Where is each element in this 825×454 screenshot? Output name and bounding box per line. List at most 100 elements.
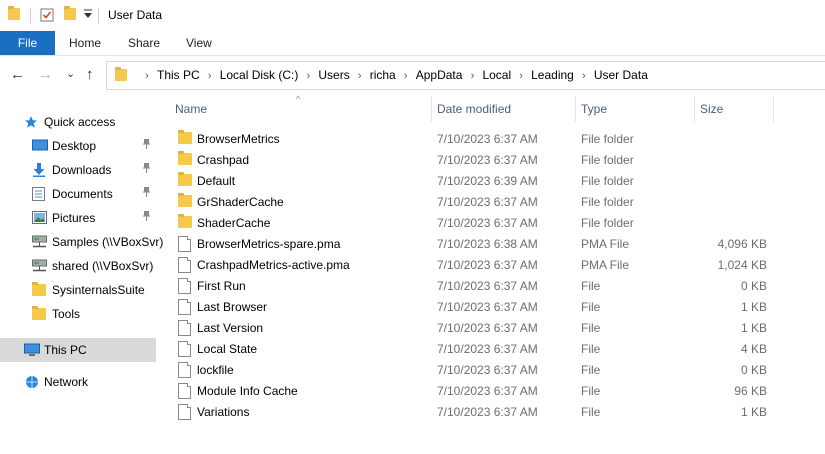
breadcrumb-item[interactable]: Local Disk (C:) [220, 68, 299, 82]
file-row[interactable]: lockfile 7/10/2023 6:37 AM File 0 KB [165, 359, 775, 380]
computer-icon [24, 343, 40, 357]
breadcrumb-item[interactable]: Leading [531, 68, 574, 82]
file-name: lockfile [197, 363, 234, 377]
folder-icon [8, 6, 20, 23]
breadcrumb-separator-icon[interactable]: › [396, 63, 416, 90]
file-type: PMA File [581, 237, 630, 251]
sidebar-item-label: Desktop [52, 139, 97, 153]
breadcrumb-item[interactable]: richa [370, 68, 396, 82]
tab-share[interactable]: Share [128, 31, 160, 55]
recent-locations-chevron-icon[interactable]: ⌄ [66, 67, 75, 80]
pin-icon [142, 163, 151, 176]
file-row[interactable]: BrowserMetrics-spare.pma 7/10/2023 6:38 A… [165, 233, 775, 254]
sidebar-item-shared[interactable]: shared (\\VBoxSvr) [0, 254, 156, 278]
file-name: BrowserMetrics [197, 132, 280, 146]
file-size: 0 KB [740, 363, 767, 377]
file-name: Last Version [197, 321, 264, 335]
sidebar-item-label: Pictures [52, 211, 96, 225]
file-type: File folder [581, 195, 634, 209]
date-modified: 7/10/2023 6:37 AM [437, 132, 538, 146]
sidebar-item-label: Downloads [52, 163, 112, 177]
breadcrumb-separator-icon[interactable]: › [462, 63, 482, 90]
file-tab[interactable]: File [0, 31, 55, 55]
sidebar-item-quick[interactable]: Quick access [0, 110, 156, 134]
breadcrumb-separator-icon[interactable]: › [574, 63, 594, 90]
address-bar[interactable]: › This PC › Local Disk (C:) › Users › richa › App… [106, 61, 825, 90]
file-row[interactable]: CrashpadMetrics-active.pma 7/10/2023 6:37… [165, 254, 775, 275]
file-type: File [581, 279, 601, 293]
sidebar-item-label: Samples (\\VBoxSvr) [52, 235, 164, 249]
file-row[interactable]: Last Version 7/10/2023 6:37 AM File 1 KB [165, 317, 775, 338]
sidebar-item-label: Documents [52, 187, 113, 201]
sidebar-item-sysinternalssuite[interactable]: SysinternalsSuite [0, 278, 156, 302]
date-modified: 7/10/2023 6:37 AM [437, 405, 538, 419]
new-folder-icon[interactable] [64, 6, 76, 23]
sidebar-item-documents[interactable]: Documents [0, 182, 156, 206]
column-divider[interactable] [773, 96, 774, 122]
network-icon [24, 375, 38, 389]
column-divider[interactable] [694, 96, 695, 122]
column-header-type[interactable]: Type [581, 102, 607, 116]
column-header-date-modified[interactable]: Date modified [437, 102, 511, 116]
column-header-size[interactable]: Size [700, 102, 723, 116]
file-size: 0 KB [740, 279, 767, 293]
picture-icon [32, 211, 47, 225]
window-title: User Data [108, 8, 163, 22]
tab-home[interactable]: Home [69, 31, 101, 55]
file-size: 1,024 KB [717, 258, 767, 272]
folder-row[interactable]: GrShaderCache 7/10/2023 6:37 AM File folde… [165, 191, 775, 212]
sidebar-item-this[interactable]: This PC [0, 338, 156, 362]
breadcrumb-separator-icon[interactable]: › [298, 63, 318, 90]
column-divider[interactable] [431, 96, 432, 122]
folder-row[interactable]: Default 7/10/2023 6:39 AM File folder [165, 170, 775, 191]
navigation-bar: ← → ⌄ ↑ › This PC › Local Disk (C:) › Users › r… [0, 56, 825, 94]
breadcrumb-item[interactable]: Local [482, 68, 511, 82]
forward-arrow-icon[interactable]: → [38, 66, 53, 83]
pin-icon [142, 187, 151, 200]
file-name: ShaderCache [197, 216, 271, 230]
breadcrumb-item[interactable]: AppData [416, 68, 463, 82]
desktop-icon [32, 139, 48, 153]
file-type: File [581, 300, 601, 314]
file-row[interactable]: Last Browser 7/10/2023 6:37 AM File 1 KB [165, 296, 775, 317]
breadcrumb-separator-icon[interactable]: › [200, 63, 220, 90]
file-name: CrashpadMetrics-active.pma [197, 258, 350, 272]
folder-row[interactable]: BrowserMetrics 7/10/2023 6:37 AM File fold… [165, 128, 775, 149]
folder-icon [178, 214, 192, 231]
file-row[interactable]: Local State 7/10/2023 6:37 AM File 4 KB [165, 338, 775, 359]
back-arrow-icon[interactable]: ← [10, 66, 25, 83]
date-modified: 7/10/2023 6:37 AM [437, 321, 538, 335]
sidebar-item-desktop[interactable]: Desktop [0, 134, 156, 158]
tab-view[interactable]: View [186, 31, 212, 55]
pin-icon [142, 139, 151, 152]
breadcrumb-item[interactable]: This PC [157, 68, 200, 82]
sidebar-item-tools[interactable]: Tools [0, 302, 156, 326]
file-row[interactable]: First Run 7/10/2023 6:37 AM File 0 KB [165, 275, 775, 296]
folder-row[interactable]: ShaderCache 7/10/2023 6:37 AM File folder [165, 212, 775, 233]
properties-icon[interactable] [40, 8, 54, 25]
sidebar-item-pictures[interactable]: Pictures [0, 206, 156, 230]
file-size: 4,096 KB [717, 237, 767, 251]
file-type: File [581, 363, 601, 377]
file-icon [178, 278, 191, 297]
column-divider[interactable] [575, 96, 576, 122]
file-size: 1 KB [740, 321, 767, 335]
up-arrow-icon[interactable]: ↑ [86, 66, 94, 83]
sidebar-item-samples[interactable]: Samples (\\VBoxSvr) [0, 230, 163, 254]
file-row[interactable]: Module Info Cache 7/10/2023 6:37 AM File 96… [165, 380, 775, 401]
breadcrumb-separator-icon[interactable]: › [137, 63, 157, 90]
customize-dropdown-icon[interactable] [84, 9, 92, 22]
divider [30, 8, 31, 24]
sidebar-item-downloads[interactable]: Downloads [0, 158, 156, 182]
sidebar-item-network[interactable]: Network [0, 370, 156, 394]
breadcrumb-separator-icon[interactable]: › [350, 63, 370, 90]
breadcrumb-item[interactable]: User Data [594, 68, 648, 82]
breadcrumb-separator-icon[interactable]: › [511, 63, 531, 90]
file-size: 1 KB [740, 300, 767, 314]
date-modified: 7/10/2023 6:37 AM [437, 153, 538, 167]
file-type: File [581, 321, 601, 335]
file-row[interactable]: Variations 7/10/2023 6:37 AM File 1 KB [165, 401, 775, 422]
folder-row[interactable]: Crashpad 7/10/2023 6:37 AM File folder [165, 149, 775, 170]
breadcrumb-item[interactable]: Users [318, 68, 349, 82]
column-header-name[interactable]: Name [175, 102, 207, 116]
